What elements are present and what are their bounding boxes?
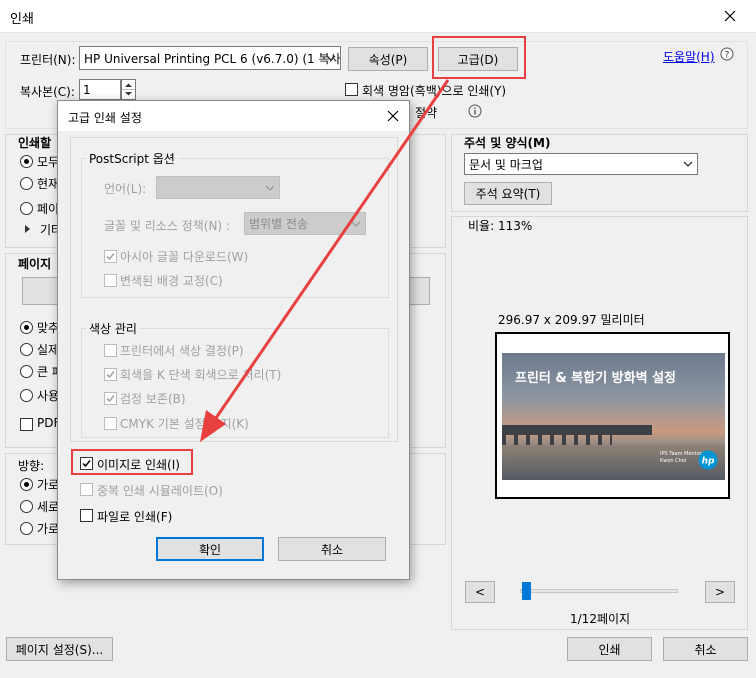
- annotation-arrow: [200, 79, 450, 442]
